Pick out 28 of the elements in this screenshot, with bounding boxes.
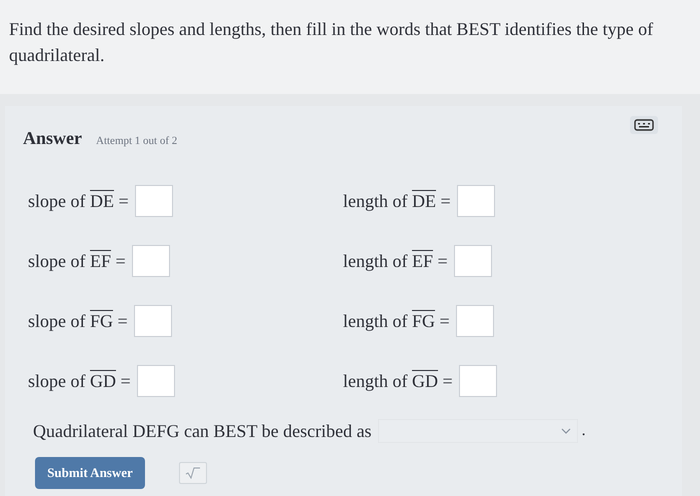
attempt-counter: Attempt 1 out of 2	[96, 135, 178, 147]
answer-box[interactable]	[136, 365, 175, 397]
length-label: length of FG =	[343, 310, 450, 332]
square-root-icon	[185, 467, 201, 479]
length-label: length of GD =	[343, 370, 453, 392]
period-text: .	[582, 422, 586, 440]
answer-dropdown[interactable]	[378, 419, 578, 443]
answer-box[interactable]	[134, 305, 172, 337]
answer-box[interactable]	[456, 185, 495, 217]
answer-box[interactable]	[454, 245, 492, 277]
answer-heading: Answer	[23, 128, 82, 149]
math-button[interactable]	[179, 462, 207, 484]
keyboard-icon	[634, 119, 654, 131]
answer-box[interactable]	[132, 245, 170, 277]
slope-label: slope of GD =	[28, 370, 131, 392]
slope-label: slope of DE =	[28, 190, 129, 212]
keyboard-button[interactable]	[630, 116, 658, 134]
length-label: length of EF =	[343, 250, 448, 272]
question-text: Quadrilateral DEFG can BEST be described as	[33, 420, 372, 442]
length-label: length of DE =	[343, 190, 451, 212]
answer-box[interactable]	[134, 185, 173, 217]
answer-box[interactable]	[458, 365, 497, 397]
submit-button[interactable]: Submit Answer	[35, 457, 145, 489]
answer-box[interactable]	[456, 305, 494, 337]
chevron-icon	[560, 428, 571, 434]
slope-label: slope of FG =	[28, 310, 128, 332]
slope-label: slope of EF =	[28, 250, 126, 272]
question-text: Find the desired slopes and lengths, then fill in the words that BEST identifies the type of quadrilateral.	[0, 0, 700, 94]
